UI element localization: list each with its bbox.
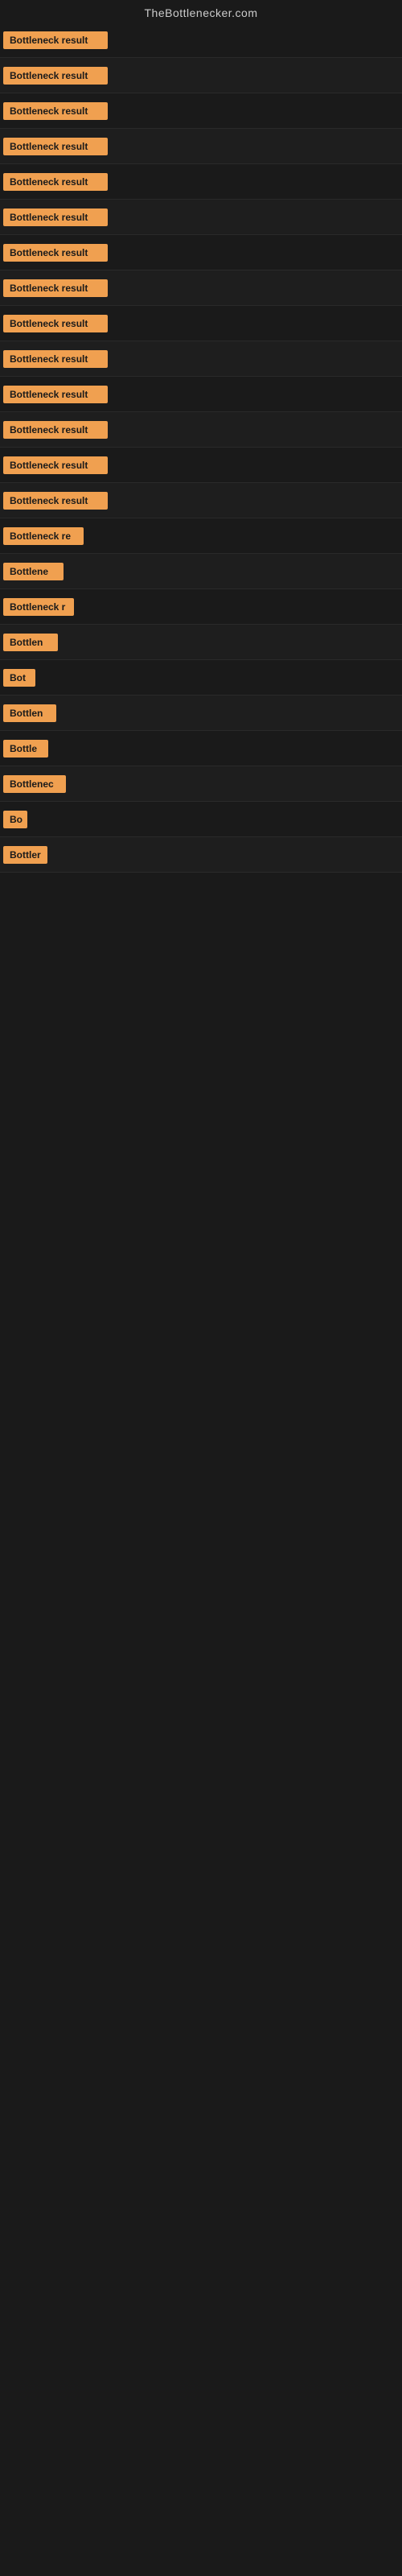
result-row: Bottleneck result xyxy=(0,483,402,518)
result-row: Bottlene xyxy=(0,554,402,589)
result-row: Bottleneck result xyxy=(0,341,402,377)
bottleneck-badge[interactable]: Bottleneck result xyxy=(3,208,108,226)
bottleneck-badge[interactable]: Bottlen xyxy=(3,634,58,651)
bottleneck-badge[interactable]: Bottlen xyxy=(3,704,56,722)
result-row: Bottleneck r xyxy=(0,589,402,625)
bottleneck-badge[interactable]: Bottleneck result xyxy=(3,386,108,403)
bottleneck-badge[interactable]: Bottleneck result xyxy=(3,67,108,85)
bottleneck-badge[interactable]: Bottleneck result xyxy=(3,492,108,510)
result-row: Bottleneck result xyxy=(0,23,402,58)
result-row: Bottleneck result xyxy=(0,412,402,448)
result-row: Bottlen xyxy=(0,696,402,731)
result-row: Bottleneck result xyxy=(0,377,402,412)
result-row: Bottle xyxy=(0,731,402,766)
bottleneck-badge[interactable]: Bottleneck r xyxy=(3,598,74,616)
bottleneck-badge[interactable]: Bottleneck result xyxy=(3,102,108,120)
bottleneck-badge[interactable]: Bo xyxy=(3,811,27,828)
site-title: TheBottlenecker.com xyxy=(144,6,257,19)
bottleneck-badge[interactable]: Bottleneck result xyxy=(3,173,108,191)
result-row: Bottleneck re xyxy=(0,518,402,554)
bottleneck-badge[interactable]: Bottle xyxy=(3,740,48,758)
site-header: TheBottlenecker.com xyxy=(0,0,402,23)
result-row: Bot xyxy=(0,660,402,696)
bottleneck-badge[interactable]: Bottleneck result xyxy=(3,31,108,49)
result-row: Bottleneck result xyxy=(0,270,402,306)
result-row: Bottleneck result xyxy=(0,129,402,164)
result-row: Bottleneck result xyxy=(0,164,402,200)
result-row: Bottleneck result xyxy=(0,306,402,341)
bottleneck-badge[interactable]: Bottleneck result xyxy=(3,315,108,332)
bottleneck-badge[interactable]: Bottleneck result xyxy=(3,421,108,439)
bottleneck-badge[interactable]: Bottleneck result xyxy=(3,279,108,297)
result-row: Bottleneck result xyxy=(0,235,402,270)
bottleneck-badge[interactable]: Bottleneck result xyxy=(3,456,108,474)
result-row: Bottleneck result xyxy=(0,448,402,483)
results-container: Bottleneck result Bottleneck result Bottle… xyxy=(0,23,402,873)
result-row: Bottlen xyxy=(0,625,402,660)
bottleneck-badge[interactable]: Bot xyxy=(3,669,35,687)
result-row: Bottleneck result xyxy=(0,200,402,235)
bottleneck-badge[interactable]: Bottleneck result xyxy=(3,350,108,368)
bottleneck-badge[interactable]: Bottleneck result xyxy=(3,138,108,155)
result-row: Bottleneck result xyxy=(0,93,402,129)
result-row: Bottlenec xyxy=(0,766,402,802)
bottleneck-badge[interactable]: Bottleneck result xyxy=(3,244,108,262)
bottleneck-badge[interactable]: Bottler xyxy=(3,846,47,864)
result-row: Bottler xyxy=(0,837,402,873)
result-row: Bottleneck result xyxy=(0,58,402,93)
bottleneck-badge[interactable]: Bottlenec xyxy=(3,775,66,793)
result-row: Bo xyxy=(0,802,402,837)
bottleneck-badge[interactable]: Bottleneck re xyxy=(3,527,84,545)
bottleneck-badge[interactable]: Bottlene xyxy=(3,563,64,580)
